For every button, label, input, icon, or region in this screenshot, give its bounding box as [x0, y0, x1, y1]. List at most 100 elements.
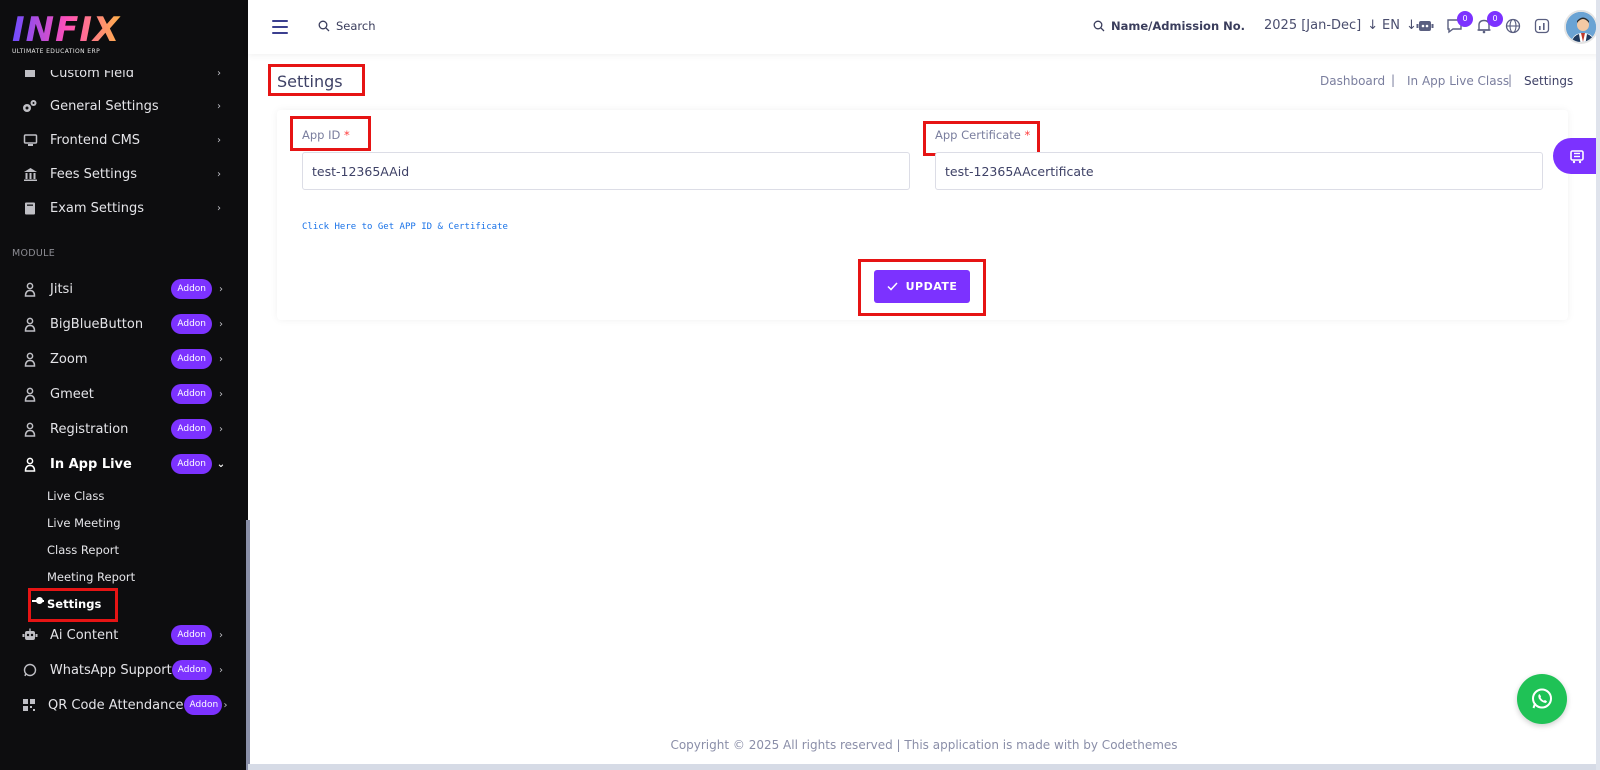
sidebar-item-label: Ai Content [50, 627, 119, 643]
whatsapp-icon [22, 662, 38, 678]
window-scrollbar-track[interactable] [1596, 0, 1600, 770]
globe-icon[interactable] [1504, 17, 1522, 35]
sidebar-item-label: Zoom [50, 351, 88, 367]
chat-count-badge: 0 [1457, 11, 1473, 27]
addon-badge: Addon [171, 419, 212, 439]
logo-text: INFIX [12, 10, 121, 50]
chevron-right-icon: › [219, 629, 223, 641]
topbar: Search Name/Admission No. 2025 [Jan-Dec]… [248, 0, 1600, 54]
sidebar-item-registration[interactable]: Registration Addon › [0, 414, 244, 444]
sidebar-item-gmeet[interactable]: Gmeet Addon › [0, 379, 244, 409]
search-icon [1093, 20, 1105, 32]
robot-icon [22, 627, 38, 643]
sidebar-item-zoom[interactable]: Zoom Addon › [0, 344, 244, 374]
sidebar: INFIX ULTIMATE EDUCATION ERP Custom Fiel… [0, 0, 248, 770]
chevron-right-icon: › [219, 283, 223, 295]
addon-badge: Addon [171, 279, 212, 299]
addon-badge: Addon [171, 660, 213, 680]
sidebar-item-label: In App Live [50, 456, 132, 472]
sidebar-item-frontend-cms[interactable]: Frontend CMS › [0, 125, 244, 155]
sidebar-item-bigbluebutton[interactable]: BigBlueButton Addon › [0, 309, 244, 339]
monitor-icon [22, 132, 38, 148]
search-icon [318, 20, 330, 32]
user-icon [22, 351, 38, 367]
highlight-box-update-button [858, 259, 986, 316]
addon-badge: Addon [171, 314, 212, 334]
search-input[interactable]: Search [318, 19, 376, 33]
addon-badge: Addon [171, 349, 212, 369]
sidebar-item-general-settings[interactable]: General Settings › [0, 91, 244, 121]
chevron-right-icon: › [223, 699, 228, 711]
footer-copyright: Copyright © 2025 All rights reserved | T… [670, 738, 1178, 752]
sidebar-item-label: Jitsi [50, 281, 73, 297]
language-selector[interactable]: EN ↓ [1382, 18, 1417, 33]
user-icon [22, 386, 38, 402]
chevron-right-icon: › [219, 353, 223, 365]
hamburger-menu-icon[interactable] [272, 20, 288, 34]
sidebar-item-label: General Settings [50, 98, 159, 114]
user-icon [22, 281, 38, 297]
cart-icon [1569, 150, 1584, 164]
sidebar-item-label: QR Code Attendance [48, 697, 184, 713]
report-chart-icon[interactable] [1533, 17, 1551, 35]
qr-code-icon [22, 697, 36, 713]
sidebar-item-qr-code-attendance[interactable]: QR Code Attendance Addon › [0, 690, 244, 720]
sidebar-item-label: Frontend CMS [50, 132, 141, 148]
sidebar-item-label: WhatsApp Support [49, 662, 172, 678]
sidebar-item-in-app-live[interactable]: In App Live Addon ⌄ [0, 449, 244, 479]
sidebar-subitem-live-class[interactable]: Live Class [47, 489, 104, 503]
search-label: Search [336, 19, 376, 33]
chevron-right-icon: › [217, 100, 221, 112]
robot-icon[interactable] [1416, 17, 1434, 35]
sidebar-item-fees-settings[interactable]: Fees Settings › [0, 159, 244, 189]
student-search-input[interactable]: Name/Admission No. [1093, 19, 1245, 33]
sidebar-item-exam-settings[interactable]: Exam Settings › [0, 193, 244, 223]
notification-count-badge: 0 [1487, 11, 1503, 27]
notification-bell-icon[interactable]: 0 [1475, 11, 1503, 35]
sidebar-item-whatsapp-support[interactable]: WhatsApp Support Addon › [0, 655, 244, 685]
whatsapp-chat-button[interactable] [1517, 674, 1567, 724]
chevron-right-icon: › [219, 423, 223, 435]
sidebar-item-jitsi[interactable]: Jitsi Addon › [0, 274, 244, 304]
gears-icon [22, 98, 38, 114]
user-icon [22, 316, 38, 332]
user-avatar[interactable] [1564, 10, 1598, 44]
sidebar-subitem-live-meeting[interactable]: Live Meeting [47, 516, 121, 530]
breadcrumb-separator: | [1508, 73, 1513, 87]
chevron-right-icon: › [217, 202, 221, 214]
get-app-id-link[interactable]: Click Here to Get APP ID & Certificate [302, 222, 508, 232]
cart-side-tab[interactable] [1553, 138, 1600, 174]
sidebar-subitem-meeting-report[interactable]: Meeting Report [47, 570, 135, 584]
window-bottom-edge [248, 764, 1600, 770]
sidebar-scrollbar[interactable] [246, 520, 250, 770]
breadcrumb-dashboard[interactable]: Dashboard [1320, 74, 1385, 88]
student-search-label: Name/Admission No. [1111, 19, 1246, 33]
breadcrumb-in-app-live-class[interactable]: In App Live Class [1407, 74, 1509, 88]
addon-badge: Addon [171, 454, 212, 474]
sidebar-item-custom-field[interactable]: Custom Field › [0, 70, 244, 88]
chevron-right-icon: › [219, 318, 223, 330]
highlight-box-sidebar-settings [28, 588, 118, 622]
chevron-right-icon: › [219, 388, 223, 400]
custom-field-icon [22, 70, 38, 81]
highlight-box-app-certificate-label [923, 121, 1040, 156]
addon-badge: Addon [171, 384, 212, 404]
app-certificate-input[interactable]: test-12365AAcertificate [935, 152, 1543, 190]
addon-badge: Addon [171, 625, 212, 645]
sidebar-subitem-class-report[interactable]: Class Report [47, 543, 119, 557]
chevron-down-icon: ⌄ [216, 458, 226, 470]
logo[interactable]: INFIX ULTIMATE EDUCATION ERP [12, 12, 122, 58]
arrow-down-icon: ↓ [1367, 18, 1379, 33]
chevron-right-icon: › [219, 664, 224, 676]
addon-badge: Addon [183, 695, 222, 715]
academic-year-selector[interactable]: 2025 [Jan-Dec] ↓ [1264, 18, 1378, 33]
sidebar-item-label: Gmeet [50, 386, 94, 402]
app-id-input[interactable]: test-12365AAid [302, 152, 910, 190]
sidebar-item-ai-content[interactable]: Ai Content Addon › [0, 620, 244, 650]
breadcrumb-settings: Settings [1524, 74, 1574, 88]
chat-icon[interactable]: 0 [1445, 11, 1473, 35]
highlight-box-app-id-label [290, 116, 371, 151]
book-icon [22, 200, 38, 216]
chevron-right-icon: › [217, 134, 221, 146]
user-icon [22, 456, 38, 472]
